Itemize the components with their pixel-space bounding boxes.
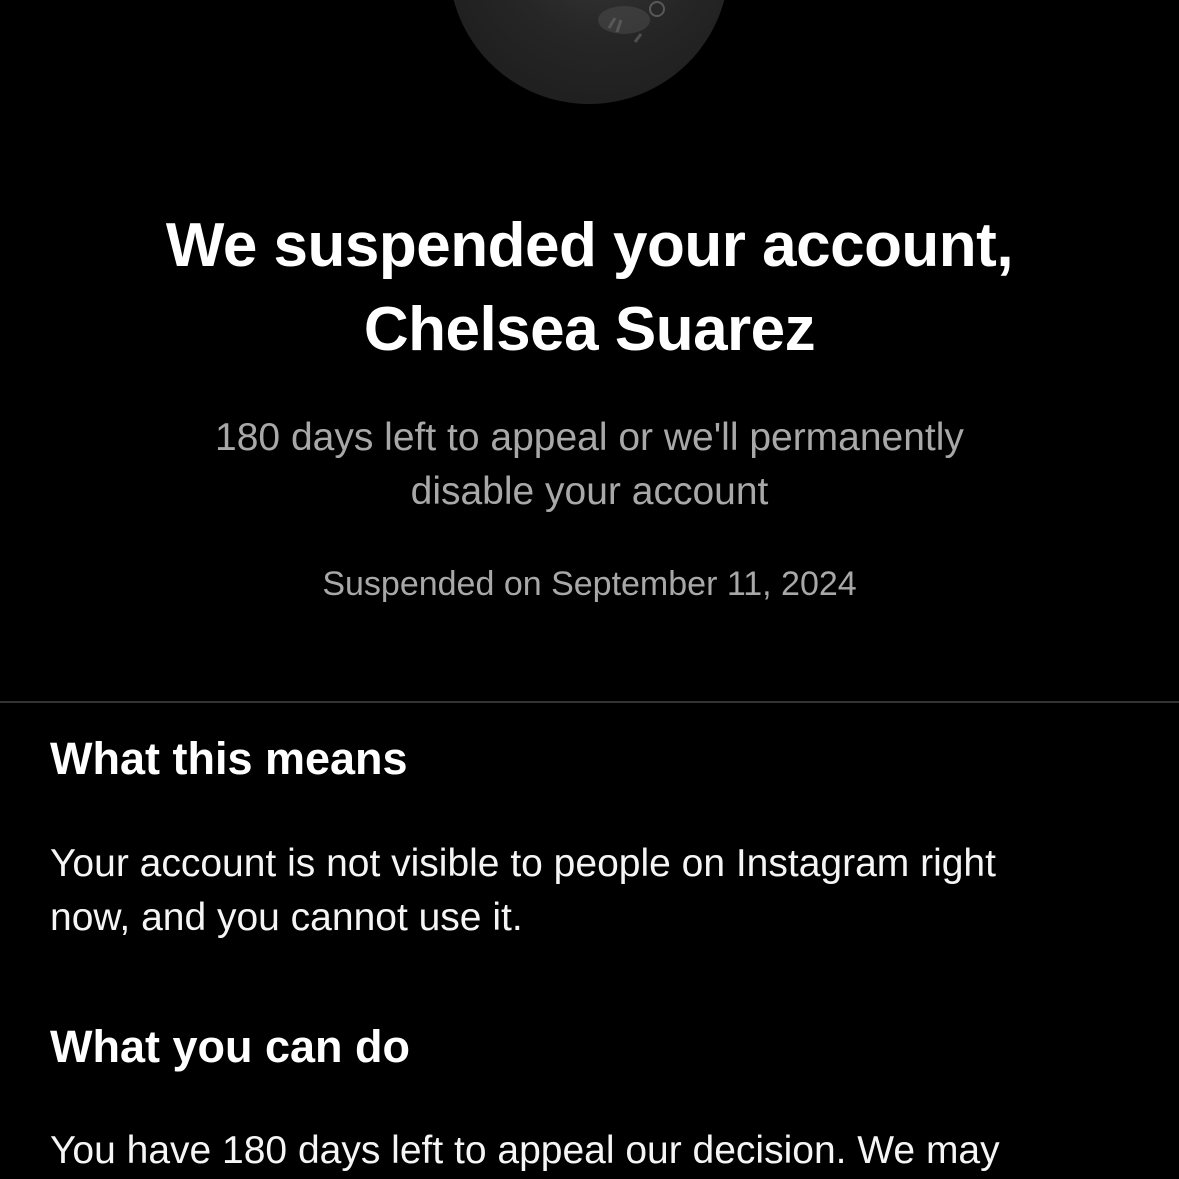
what-you-can-do-heading: What you can do (50, 1021, 410, 1072)
what-you-can-do-line-1: You have 180 days left to appeal our dec… (50, 1129, 1000, 1172)
profile-avatar (449, 0, 729, 104)
appeal-deadline-line-2: disable your account (410, 470, 769, 513)
what-this-means-line-1: Your account is not visible to people on… (50, 842, 996, 885)
what-this-means-heading: What this means (50, 733, 408, 784)
suspended-date: Suspended on September 11, 2024 (322, 565, 857, 603)
what-this-means-line-2: now, and you cannot use it. (50, 896, 523, 939)
page-title-line-2: Chelsea Suarez (363, 295, 816, 364)
page-title-line-1: We suspended your account, (165, 211, 1014, 280)
what-this-means-body: Your account is not visible to people on… (50, 837, 1150, 945)
page-title: We suspended your account, Chelsea Suare… (0, 204, 1179, 372)
avatar-photo-icon (598, 1, 665, 43)
section-divider (0, 701, 1179, 703)
what-you-can-do-body: You have 180 days left to appeal our dec… (50, 1124, 1150, 1178)
appeal-deadline-line-1: 180 days left to appeal or we'll permane… (215, 416, 964, 459)
appeal-deadline-text: 180 days left to appeal or we'll permane… (0, 411, 1179, 519)
